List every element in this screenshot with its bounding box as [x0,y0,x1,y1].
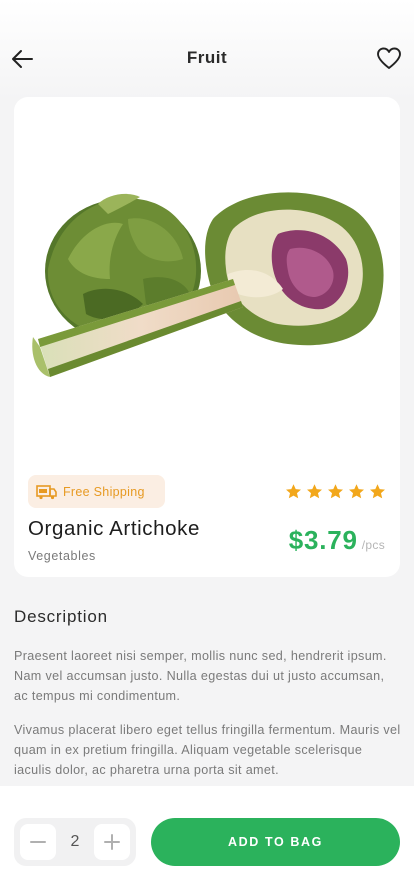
description-paragraph: Praesent laoreet nisi semper, mollis nun… [14,649,387,703]
decrease-quantity-button[interactable] [20,824,56,860]
star-icon [370,484,385,499]
increase-quantity-button[interactable] [94,824,130,860]
description-paragraph: Vivamus placerat libero eget tellus frin… [14,723,401,777]
minus-icon [30,841,46,843]
product-card: Free Shipping Organic Artichoke Vegetabl… [14,97,400,577]
favorite-button[interactable] [376,46,402,72]
rating-stars [285,483,386,500]
plus-icon [104,834,120,850]
page-title: Fruit [186,48,228,67]
quantity-value: 2 [70,833,80,850]
star-icon [307,484,322,499]
heart-icon [377,47,401,69]
add-to-bag-button[interactable]: ADD TO BAG [151,818,400,866]
app-header: Fruit [0,0,414,100]
price-value: $3.79 [288,525,358,555]
product-category: Vegetables [28,549,96,563]
price: $3.79 /pcs [289,525,385,556]
star-icon [328,484,343,499]
star-icon [286,484,301,499]
product-name: Organic Artichoke [28,517,200,540]
bottom-action-bar: 2 ADD TO BAG [0,786,414,896]
quantity-stepper: 2 [14,818,136,866]
price-unit: /pcs [361,538,385,552]
free-shipping-label: Free Shipping [63,484,145,499]
free-shipping-badge: Free Shipping [28,475,165,508]
description-heading: Description [14,607,108,626]
free-shipping-truck-icon [36,484,57,499]
artichoke-photo [32,192,384,377]
star-icon [349,484,364,499]
